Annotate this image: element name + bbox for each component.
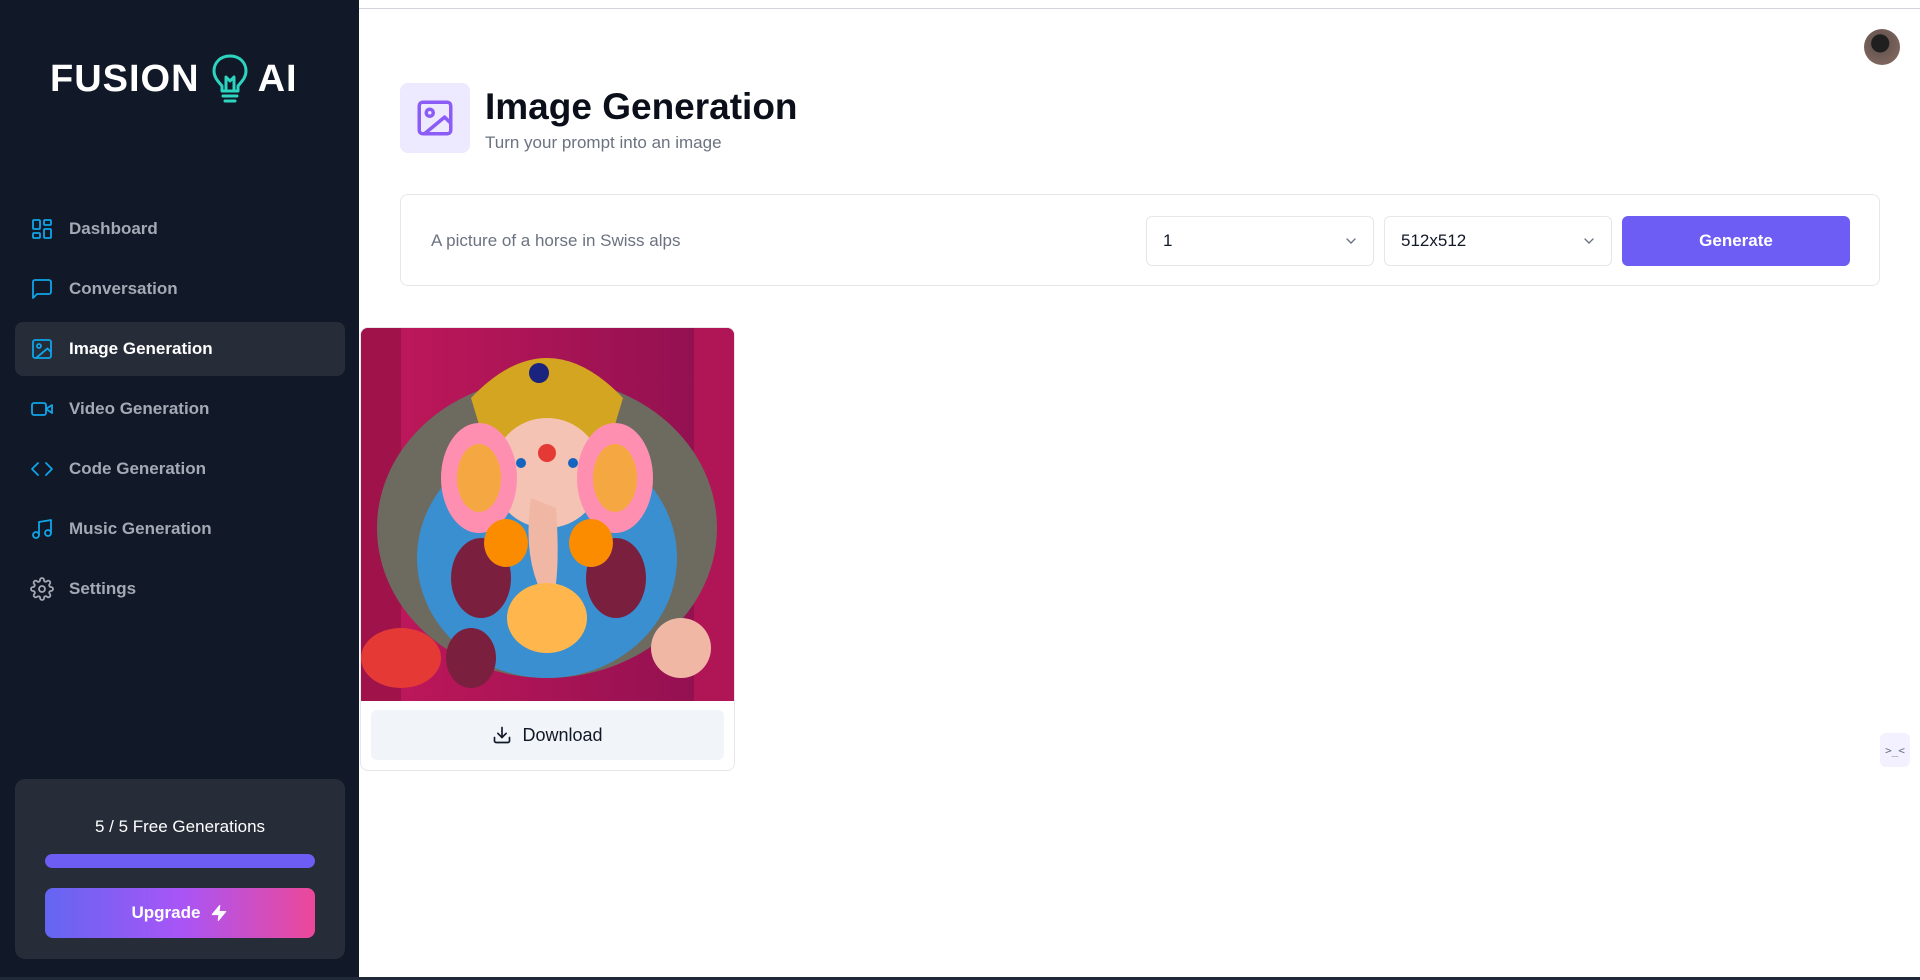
code-icon — [30, 457, 54, 481]
sidebar-item-image-generation[interactable]: Image Generation — [15, 322, 345, 376]
resolution-select-value: 512x512 — [1401, 231, 1467, 250]
music-icon — [30, 517, 54, 541]
amount-select[interactable]: 1 — [1146, 216, 1374, 266]
upgrade-label: Upgrade — [131, 903, 201, 922]
sidebar-nav: Dashboard Conversation Image Generation — [15, 202, 345, 622]
widget-text: >_< — [1885, 743, 1905, 757]
chevron-down-icon — [1346, 238, 1356, 244]
window-top-border — [0, 0, 1920, 9]
sidebar-item-label: Music Generation — [69, 519, 212, 538]
sidebar-item-video-generation[interactable]: Video Generation — [15, 382, 345, 436]
sidebar-item-label: Dashboard — [69, 219, 158, 238]
generate-button[interactable]: Generate — [1622, 216, 1850, 266]
sidebar-item-label: Settings — [69, 579, 137, 598]
free-generations-progress — [45, 854, 315, 868]
chevron-down-icon — [1584, 238, 1594, 244]
lightbulb-icon — [210, 53, 250, 105]
sidebar-item-label: Video Generation — [69, 399, 210, 418]
sidebar-item-dashboard[interactable]: Dashboard — [15, 202, 345, 256]
free-generations-card: 5 / 5 Free Generations Upgrade — [15, 779, 345, 959]
page-subtitle: Turn your prompt into an image — [485, 133, 722, 152]
upgrade-button[interactable]: Upgrade — [45, 888, 315, 938]
sidebar-item-label: Image Generation — [69, 339, 213, 358]
image-generation-header-icon — [400, 83, 470, 153]
amount-select-value: 1 — [1163, 231, 1173, 250]
result-image-card: Download — [360, 327, 735, 771]
image-icon — [30, 337, 54, 361]
resolution-select[interactable]: 512x512 — [1384, 216, 1612, 266]
user-avatar[interactable] — [1864, 29, 1900, 65]
prompt-form: 1 512x512 Generate — [400, 194, 1880, 286]
video-icon — [30, 397, 54, 421]
dashboard-icon — [30, 217, 54, 241]
sidebar-item-label: Conversation — [69, 279, 178, 298]
download-label: Download — [522, 724, 603, 745]
settings-icon — [30, 577, 54, 601]
floating-helper-widget[interactable]: >_< — [1880, 733, 1910, 767]
free-generations-counter: 5 / 5 Free Generations — [94, 817, 266, 836]
sidebar-item-label: Code Generation — [69, 459, 206, 478]
generated-image[interactable] — [361, 328, 734, 701]
prompt-input[interactable] — [431, 220, 1121, 262]
sidebar-item-conversation[interactable]: Conversation — [15, 262, 345, 316]
logo-text-left: FUSION — [50, 57, 200, 100]
download-button[interactable]: Download — [371, 710, 724, 760]
sidebar-item-code-generation[interactable]: Code Generation — [15, 442, 345, 496]
zap-icon — [210, 904, 228, 922]
download-icon — [494, 726, 511, 744]
logo-text-right: AI — [257, 57, 298, 100]
sidebar: FUSION AI Dashboard Conversation Image G… — [0, 9, 359, 977]
message-square-icon — [30, 277, 54, 301]
progress-fill — [45, 854, 315, 868]
sidebar-item-music-generation[interactable]: Music Generation — [15, 502, 345, 556]
app-logo[interactable]: FUSION AI — [50, 49, 298, 109]
sidebar-item-settings[interactable]: Settings — [15, 562, 345, 616]
page-title: Image Generation — [485, 86, 798, 127]
